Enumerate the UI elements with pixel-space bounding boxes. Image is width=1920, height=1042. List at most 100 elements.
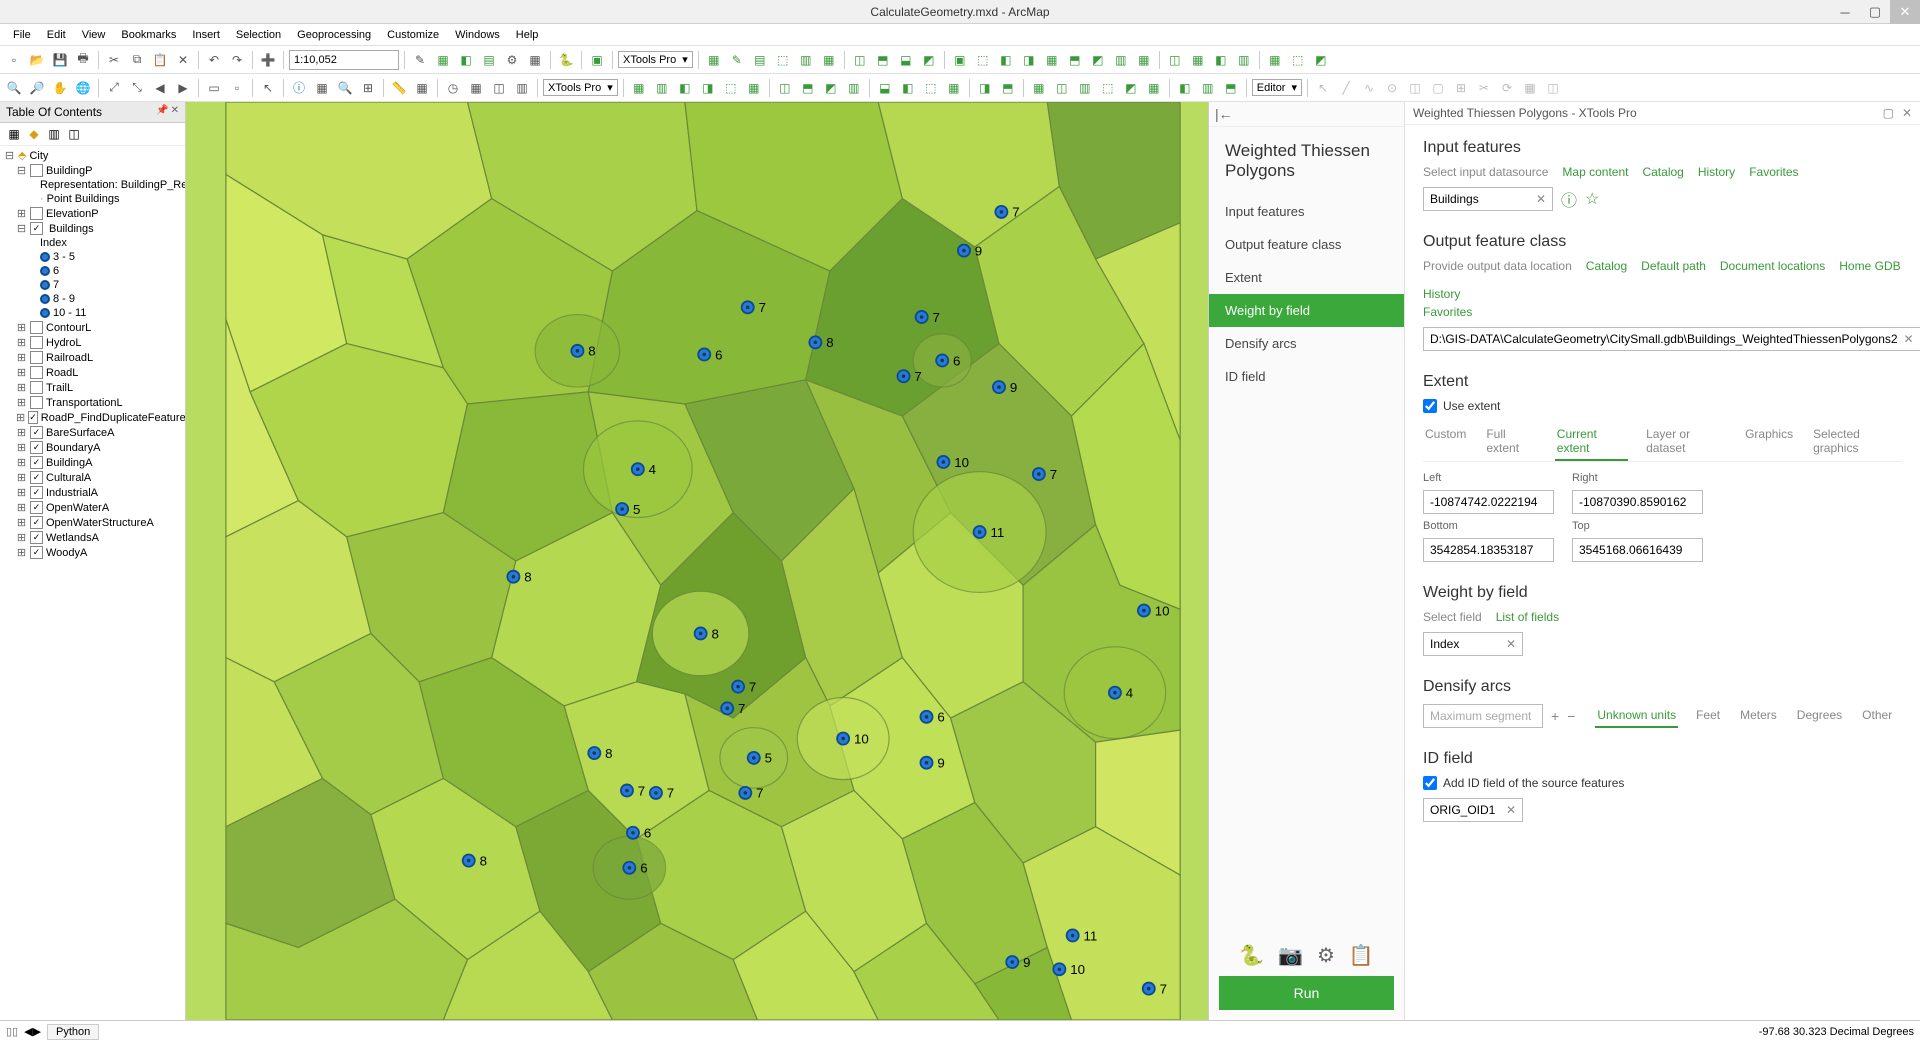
nav-id-field[interactable]: ID field [1209,360,1404,393]
edit-tool-icon[interactable]: ⊞ [1451,78,1471,98]
tab-graphics[interactable]: Graphics [1743,423,1795,461]
add-id-checkbox[interactable] [1423,776,1437,790]
xtool-icon[interactable]: ▦ [704,50,724,70]
xtool-icon[interactable]: ◧ [1211,50,1231,70]
python-icon[interactable]: 🐍 [1239,943,1264,968]
tool-icon[interactable]: ▤ [479,50,499,70]
xtool-icon[interactable]: ⬒ [873,50,893,70]
xtool-icon[interactable]: ▥ [844,78,864,98]
tab-degrees[interactable]: Degrees [1795,704,1844,728]
list-by-source-icon[interactable]: ◆ [26,126,42,142]
link-history[interactable]: History [1423,287,1460,301]
tab-current-extent[interactable]: Current extent [1555,423,1628,461]
xtool-icon[interactable]: ⬚ [773,50,793,70]
edit-tool-icon[interactable]: ✂ [1474,78,1494,98]
clear-icon[interactable]: ✕ [1536,192,1546,206]
xtool-icon[interactable]: ▣ [950,50,970,70]
xtool-icon[interactable]: ▦ [1029,78,1049,98]
tab-layer-dataset[interactable]: Layer or dataset [1644,423,1727,461]
maximize-dialog-icon[interactable]: ▢ [1883,106,1894,120]
xtool-icon[interactable]: ◫ [775,78,795,98]
edit-tool-icon[interactable]: ◫ [1543,78,1563,98]
tool-icon[interactable]: ▥ [512,78,532,98]
python-tab[interactable]: Python [47,1024,99,1040]
xtool-icon[interactable]: ▦ [1265,50,1285,70]
edit-tool-icon[interactable]: ▦ [1520,78,1540,98]
edit-tool-icon[interactable]: ↖ [1313,78,1333,98]
tool-icon[interactable]: ◫ [489,78,509,98]
close-toc-icon[interactable]: ✕ [171,105,179,119]
xtool-icon[interactable]: ◩ [919,50,939,70]
python-icon[interactable]: 🐍 [556,50,576,70]
xtool-icon[interactable]: ⬒ [1065,50,1085,70]
weight-field-input[interactable]: Index✕ [1423,632,1523,656]
copy-icon[interactable]: ⧉ [127,50,147,70]
xtool-icon[interactable]: ◧ [996,50,1016,70]
list-by-visibility-icon[interactable]: ▥ [46,126,62,142]
back-icon[interactable]: ◀ [150,78,170,98]
tool-icon[interactable]: ▦ [466,78,486,98]
link-history[interactable]: History [1698,165,1735,179]
xtool-icon[interactable]: ▦ [1188,50,1208,70]
time-slider-icon[interactable]: ◷ [443,78,463,98]
xtool-icon[interactable]: ◧ [675,78,695,98]
input-datasource-field[interactable]: Buildings✕ [1423,187,1553,211]
add-data-icon[interactable]: ➕ [258,50,278,70]
xtool-icon[interactable]: ◩ [1311,50,1331,70]
list-by-drawing-icon[interactable]: ▦ [6,126,22,142]
plus-icon[interactable]: + [1551,708,1559,724]
xtool-icon[interactable]: ◩ [821,78,841,98]
xtool-icon[interactable]: ▦ [944,78,964,98]
catalog-icon[interactable]: ▣ [587,50,607,70]
top-value[interactable]: 3545168.06616439 [1572,538,1703,562]
xtool-icon[interactable]: ◫ [1052,78,1072,98]
gear-icon[interactable]: ⚙ [1317,943,1335,968]
link-catalog[interactable]: Catalog [1586,259,1627,273]
tool-icon[interactable]: ▦ [433,50,453,70]
link-doc-locations[interactable]: Document locations [1720,259,1825,273]
xtool-icon[interactable]: ▦ [1134,50,1154,70]
xtools-dropdown[interactable]: XTools Pro▾ [618,51,693,68]
tool-icon[interactable]: ⚙ [502,50,522,70]
tab-full-extent[interactable]: Full extent [1484,423,1538,461]
redo-icon[interactable]: ↷ [227,50,247,70]
xtool-icon[interactable]: ▥ [1234,50,1254,70]
paste-icon[interactable]: 📋 [150,50,170,70]
xtool-icon[interactable]: ⬒ [1221,78,1241,98]
bottom-value[interactable]: 3542854.18353187 [1423,538,1554,562]
print-icon[interactable]: 🖶 [73,50,93,70]
edit-tool-icon[interactable]: ⊙ [1382,78,1402,98]
xtool-icon[interactable]: ▦ [1042,50,1062,70]
list-by-selection-icon[interactable]: ◫ [66,126,82,142]
map-view[interactable]: 7977886679104751181087476108597776861191… [186,102,1208,1020]
maximize-button[interactable]: ▢ [1860,0,1890,24]
link-map-content[interactable]: Map content [1562,165,1628,179]
tab-feet[interactable]: Feet [1694,704,1722,728]
tool-icon[interactable]: ▦ [312,78,332,98]
tab-selected-graphics[interactable]: Selected graphics [1811,423,1902,461]
select-features-icon[interactable]: ▭ [204,78,224,98]
zoom-out-icon[interactable]: 🔎 [27,78,47,98]
tool-icon[interactable]: ▦ [412,78,432,98]
xtool-icon[interactable]: ◫ [850,50,870,70]
xtool-icon[interactable]: ▦ [1144,78,1164,98]
xtool-icon[interactable]: ⬚ [1288,50,1308,70]
save-icon[interactable]: 💾 [50,50,70,70]
xtool-icon[interactable]: ▥ [652,78,672,98]
link-favorites[interactable]: Favorites [1423,305,1472,319]
close-button[interactable]: ✕ [1890,0,1920,24]
xtool-icon[interactable]: ⬒ [798,78,818,98]
minus-icon[interactable]: − [1567,708,1575,724]
find-icon[interactable]: 🔍 [335,78,355,98]
clear-icon[interactable]: ✕ [1506,803,1516,817]
link-list-fields[interactable]: List of fields [1496,610,1559,624]
cut-icon[interactable]: ✂ [104,50,124,70]
edit-tool-icon[interactable]: ∿ [1359,78,1379,98]
scale-input[interactable] [289,50,399,70]
xtool-icon[interactable]: ▥ [1198,78,1218,98]
minimize-button[interactable]: ─ [1830,0,1860,24]
xtool-icon[interactable]: ⬚ [721,78,741,98]
nav-input-features[interactable]: Input features [1209,195,1404,228]
zoom-in-icon[interactable]: 🔍 [4,78,24,98]
nav-densify-arcs[interactable]: Densify arcs [1209,327,1404,360]
